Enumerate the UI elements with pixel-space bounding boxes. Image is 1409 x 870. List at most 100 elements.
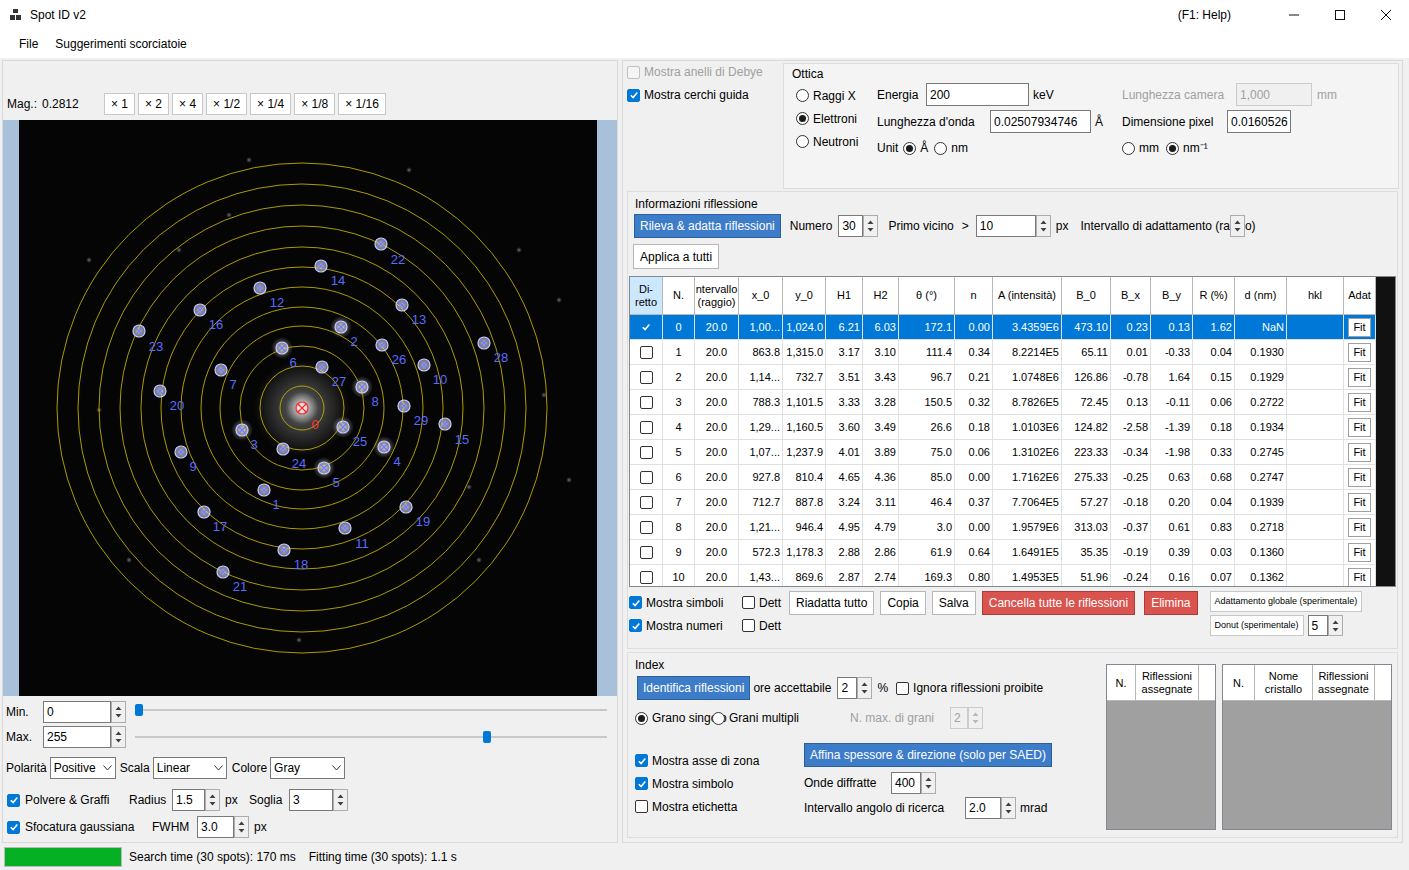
column-header[interactable]: y_0 <box>783 277 826 315</box>
global-fit-button[interactable]: Adattamento globale (sperimentale) <box>1210 591 1363 612</box>
column-header[interactable]: N. <box>1107 665 1136 701</box>
radio-label[interactable]: Raggi X <box>813 87 856 105</box>
spot-marker[interactable] <box>478 337 490 349</box>
search-angle-spinner[interactable] <box>1001 797 1016 819</box>
column-header[interactable]: Riflessioni assegnate <box>1136 665 1199 701</box>
action-button[interactable]: Cancella tutte le riflessioni <box>982 591 1135 615</box>
spot-marker[interactable] <box>378 441 390 453</box>
radio-button[interactable] <box>635 712 648 725</box>
close-button[interactable] <box>1363 0 1409 30</box>
maximize-button[interactable] <box>1317 0 1363 30</box>
direct-checkbox[interactable] <box>640 346 653 359</box>
action-button[interactable]: Salva <box>932 591 976 615</box>
spot-marker[interactable] <box>337 421 349 433</box>
column-header[interactable]: B_y <box>1151 277 1193 315</box>
direct-checkbox[interactable] <box>640 546 653 559</box>
neighbor-spinner[interactable] <box>1036 215 1051 237</box>
action-button[interactable]: Riadatta tutto <box>789 591 874 615</box>
radiation-option[interactable]: Elettroni <box>796 107 877 130</box>
polarity-select[interactable]: Positive <box>50 757 116 779</box>
waves-spinner[interactable] <box>921 772 936 794</box>
spot-marker[interactable] <box>400 501 412 513</box>
index-show-checkbox[interactable] <box>635 777 648 790</box>
zoom-button[interactable]: × 1/8 <box>294 93 335 115</box>
toggle-checkbox[interactable] <box>629 619 642 632</box>
index-show-label[interactable]: Mostra etichetta <box>652 798 737 816</box>
fit-button[interactable]: Fit <box>1348 568 1370 587</box>
column-header[interactable]: N. <box>663 277 695 315</box>
spot-marker[interactable] <box>376 339 388 351</box>
color-select[interactable]: Gray <box>270 757 345 779</box>
neighbor-field[interactable]: 10 <box>976 215 1036 237</box>
identify-button[interactable]: Identifica riflessioni <box>637 676 750 700</box>
threshold-spinner[interactable] <box>333 789 348 811</box>
wavelength-field[interactable]: 0.02507934746 <box>990 110 1091 133</box>
donut-button[interactable]: Donut (sperimentale) <box>1210 615 1304 636</box>
zoom-button[interactable]: × 1/4 <box>250 93 291 115</box>
zoom-button[interactable]: × 1 <box>104 93 135 115</box>
direct-checkbox[interactable] <box>640 446 653 459</box>
diffraction-image[interactable]: 0123456789101112131415161718192021222324… <box>19 120 597 696</box>
radio-label[interactable]: nm <box>951 139 968 157</box>
column-header[interactable]: n <box>955 277 993 315</box>
column-header[interactable]: x_0 <box>739 277 783 315</box>
column-header[interactable]: N. <box>1223 665 1255 701</box>
spot-marker[interactable] <box>316 361 328 373</box>
fit-button[interactable]: Fit <box>1348 368 1370 387</box>
table-scrollbar[interactable] <box>1376 277 1395 586</box>
radius-field[interactable]: 1.5 <box>172 789 205 811</box>
debye-label[interactable]: Mostra anelli di Debye <box>644 63 763 81</box>
spot-marker[interactable] <box>133 325 145 337</box>
direct-checkbox[interactable] <box>640 371 653 384</box>
column-header[interactable]: R (%) <box>1193 277 1235 315</box>
radio-label[interactable]: Å <box>920 139 928 157</box>
ignore-checkbox[interactable] <box>896 682 909 695</box>
menu-item[interactable]: Suggerimenti scorciatoie <box>47 35 194 53</box>
spot-marker[interactable] <box>396 299 408 311</box>
detect-button[interactable]: Rileva & adatta riflessioni <box>634 214 781 238</box>
spot-marker[interactable] <box>217 566 229 578</box>
index-show-label[interactable]: Mostra asse di zona <box>652 752 759 770</box>
spot-marker[interactable] <box>215 364 227 376</box>
spot-marker[interactable] <box>254 282 266 294</box>
spot-marker[interactable] <box>356 381 368 393</box>
index-show-label[interactable]: Mostra simbolo <box>652 775 733 793</box>
spot-marker[interactable] <box>339 522 351 534</box>
detail-checkbox[interactable] <box>742 596 755 609</box>
spot-marker[interactable] <box>439 418 451 430</box>
guides-label[interactable]: Mostra cerchi guida <box>644 86 749 104</box>
donut-field[interactable]: 5 <box>1308 615 1328 636</box>
fwhm-spinner[interactable] <box>234 816 249 838</box>
column-header[interactable]: A (intensità) <box>993 277 1062 315</box>
radio-button[interactable] <box>1166 142 1179 155</box>
max-slider[interactable] <box>135 727 607 747</box>
direct-checkbox[interactable] <box>640 496 653 509</box>
unit-option[interactable]: nm <box>934 139 968 157</box>
threshold-field[interactable]: 3 <box>289 789 333 811</box>
ignore-label[interactable]: Ignora riflessioni proibite <box>913 679 1043 697</box>
grain-option[interactable]: Grani multipli <box>712 709 799 727</box>
range-spinner[interactable] <box>1230 215 1245 237</box>
max-spinner[interactable] <box>111 726 126 748</box>
radio-label[interactable]: Elettroni <box>813 110 857 128</box>
zoom-button[interactable]: × 2 <box>138 93 169 115</box>
column-header[interactable]: ntervallo (raggio) <box>695 277 739 315</box>
direct-checkbox[interactable] <box>640 471 653 484</box>
column-header[interactable]: H2 <box>863 277 899 315</box>
fit-button[interactable]: Fit <box>1348 518 1370 537</box>
index-show-checkbox[interactable] <box>635 754 648 767</box>
direct-checkbox[interactable] <box>640 321 653 334</box>
scale-select[interactable]: Linear <box>153 757 227 779</box>
spot-marker[interactable] <box>315 260 327 272</box>
radio-button[interactable] <box>796 112 809 125</box>
fit-button[interactable]: Fit <box>1348 493 1370 512</box>
debye-checkbox[interactable] <box>627 66 640 79</box>
pixel-unit-option[interactable]: nm⁻¹ <box>1166 139 1208 157</box>
spot-marker[interactable] <box>276 342 288 354</box>
detail-label[interactable]: Dett <box>759 617 781 635</box>
column-header[interactable]: θ (°) <box>899 277 955 315</box>
spot-marker[interactable] <box>418 359 430 371</box>
apply-all-button[interactable]: Applica a tutti <box>633 244 719 269</box>
waves-field[interactable]: 400 <box>891 772 921 794</box>
radiation-option[interactable]: Neutroni <box>796 130 877 153</box>
